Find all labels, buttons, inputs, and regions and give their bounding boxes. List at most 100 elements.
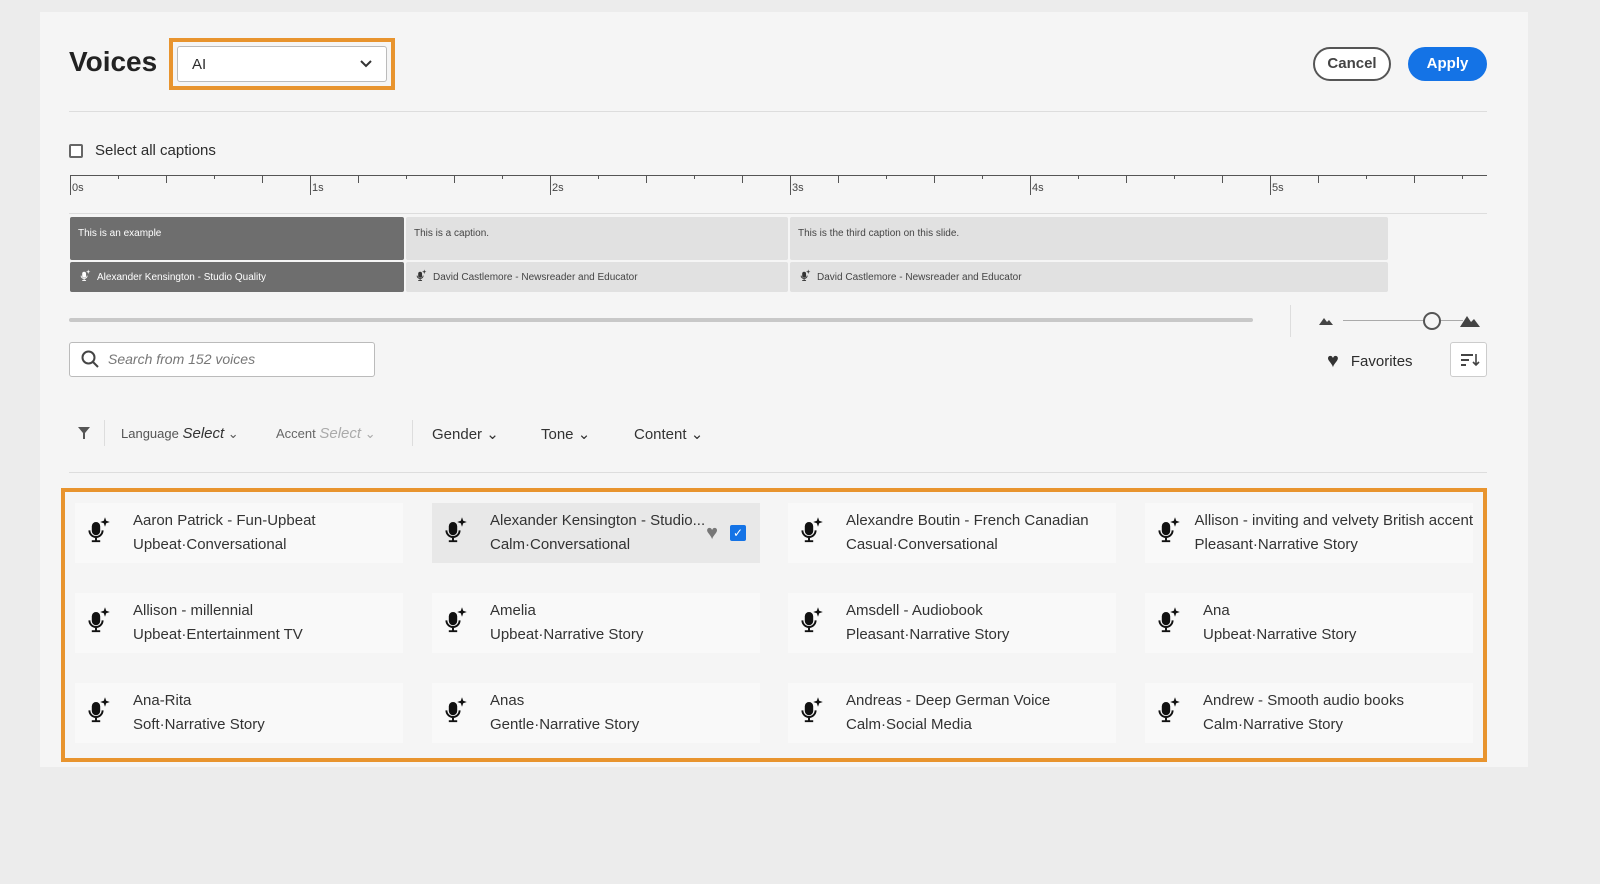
zoom-out-icon[interactable] bbox=[1318, 314, 1334, 326]
divider bbox=[69, 111, 1487, 112]
voice-type-dropdown[interactable]: AI bbox=[177, 46, 387, 82]
ai-voice-icon bbox=[87, 696, 121, 730]
timeline-tick bbox=[358, 175, 359, 183]
voice-description: Pleasant·Narrative Story bbox=[1194, 536, 1358, 553]
ai-voice-icon bbox=[1157, 516, 1183, 550]
timeline-tick bbox=[310, 175, 311, 195]
ai-voice-icon bbox=[416, 269, 427, 285]
voice-card[interactable]: Alexandre Boutin - French Canadian Casual… bbox=[788, 503, 1116, 563]
zoom-slider-handle[interactable] bbox=[1423, 312, 1441, 330]
chevron-down-icon: ⌄ bbox=[486, 426, 499, 443]
timeline-tick bbox=[838, 175, 839, 183]
sort-button[interactable] bbox=[1450, 342, 1487, 377]
chevron-down-icon: ⌄ bbox=[227, 426, 239, 441]
voice-checkbox[interactable]: ✓ bbox=[730, 525, 746, 541]
language-label: Language bbox=[121, 426, 179, 441]
timeline-tick bbox=[166, 175, 167, 183]
language-value: Select bbox=[182, 425, 225, 442]
caption-voice-name: Alexander Kensington - Studio Quality bbox=[97, 271, 266, 283]
favorite-heart-icon[interactable]: ♥ bbox=[706, 522, 718, 545]
voice-description: Upbeat·Narrative Story bbox=[490, 626, 644, 643]
ai-voice-icon bbox=[1157, 606, 1191, 640]
voice-description: Casual·Conversational bbox=[846, 536, 998, 553]
caption-text: This is an example bbox=[78, 228, 162, 239]
voice-description: Upbeat·Conversational bbox=[133, 536, 287, 553]
heart-icon: ♥ bbox=[1327, 350, 1339, 372]
voice-card[interactable]: Allison - inviting and velvety British a… bbox=[1145, 503, 1473, 563]
chevron-down-icon: ⌄ bbox=[577, 426, 591, 443]
divider bbox=[1290, 305, 1291, 337]
voice-description: Calm·Narrative Story bbox=[1203, 716, 1344, 733]
timeline-label: 1s bbox=[312, 182, 324, 194]
voice-card[interactable]: Alexander Kensington - Studio... Calm·Con… bbox=[432, 503, 760, 563]
divider bbox=[104, 420, 105, 446]
voice-name: Ana bbox=[1203, 602, 1230, 619]
search-input[interactable]: Search from 152 voices bbox=[69, 342, 375, 377]
voice-card[interactable]: Amelia Upbeat·Narrative Story bbox=[432, 593, 760, 653]
gender-label: Gender bbox=[432, 426, 483, 443]
voice-card[interactable]: Andrew - Smooth audio books Calm·Narrativ… bbox=[1145, 683, 1473, 743]
ai-voice-icon bbox=[87, 516, 121, 550]
voice-card[interactable]: Ana Upbeat·Narrative Story bbox=[1145, 593, 1473, 653]
timeline-axis bbox=[70, 175, 1487, 176]
timeline-scrollbar[interactable] bbox=[69, 318, 1253, 322]
voice-card[interactable]: Aaron Patrick - Fun-Upbeat Upbeat·Convers… bbox=[75, 503, 403, 563]
voice-card[interactable]: Andreas - Deep German Voice Calm·Social M… bbox=[788, 683, 1116, 743]
gender-filter[interactable]: Gender ⌄ bbox=[432, 425, 499, 443]
cancel-button[interactable]: Cancel bbox=[1313, 47, 1391, 81]
tone-label: Tone bbox=[541, 426, 574, 443]
voice-card[interactable]: Ana-Rita Soft·Narrative Story bbox=[75, 683, 403, 743]
chevron-down-icon: ⌄ bbox=[364, 426, 376, 441]
caption-voice-name: David Castlemore - Newsreader and Educat… bbox=[433, 271, 638, 283]
voice-description: Soft·Narrative Story bbox=[133, 716, 265, 733]
voice-name: Ana-Rita bbox=[133, 692, 192, 709]
chevron-down-icon: ⌄ bbox=[690, 426, 704, 443]
timeline-tick bbox=[1414, 175, 1415, 183]
voice-name: Allison - millennial bbox=[133, 602, 254, 619]
language-filter[interactable]: Language Select ⌄ bbox=[121, 425, 239, 442]
caption-voice[interactable]: David Castlemore - Newsreader and Educat… bbox=[406, 262, 788, 292]
timeline-tick bbox=[742, 175, 743, 183]
voice-description: Upbeat·Narrative Story bbox=[1203, 626, 1357, 643]
accent-value: Select bbox=[319, 425, 362, 442]
caption-text: This is the third caption on this slide. bbox=[798, 228, 960, 239]
timeline-tick bbox=[934, 175, 935, 183]
voice-description: Upbeat·Entertainment TV bbox=[133, 626, 303, 643]
voice-name: Allison - inviting and velvety British a… bbox=[1194, 512, 1473, 529]
timeline-tick bbox=[646, 175, 647, 183]
zoom-slider-track[interactable] bbox=[1343, 320, 1463, 321]
page-title: Voices bbox=[69, 46, 158, 77]
divider bbox=[69, 213, 1487, 214]
select-all-checkbox[interactable] bbox=[69, 144, 83, 158]
content-filter[interactable]: Content ⌄ bbox=[634, 425, 703, 443]
timeline-label: 0s bbox=[72, 182, 84, 194]
caption-voice[interactable]: Alexander Kensington - Studio Quality bbox=[70, 262, 404, 292]
voice-description: Calm·Conversational bbox=[490, 536, 631, 553]
voice-description: Calm·Social Media bbox=[846, 716, 972, 733]
favorites-button[interactable]: ♥ Favorites bbox=[1327, 350, 1413, 373]
timeline-tick bbox=[1318, 175, 1319, 183]
voice-description: Gentle·Narrative Story bbox=[490, 716, 640, 733]
tone-filter[interactable]: Tone ⌄ bbox=[541, 425, 590, 443]
accent-filter[interactable]: Accent Select ⌄ bbox=[276, 425, 376, 442]
caption-voice[interactable]: David Castlemore - Newsreader and Educat… bbox=[790, 262, 1388, 292]
voice-card[interactable]: Allison - millennial Upbeat·Entertainment… bbox=[75, 593, 403, 653]
caption-block[interactable]: This is the third caption on this slide. bbox=[790, 217, 1388, 260]
divider bbox=[69, 472, 1487, 473]
sort-icon bbox=[1461, 354, 1480, 367]
caption-block[interactable]: This is a caption. bbox=[406, 217, 788, 260]
voice-card[interactable]: Anas Gentle·Narrative Story bbox=[432, 683, 760, 743]
caption-block[interactable]: This is an example bbox=[70, 217, 404, 260]
zoom-in-icon[interactable] bbox=[1459, 312, 1481, 328]
ai-voice-icon bbox=[444, 516, 478, 550]
timeline-tick bbox=[1270, 175, 1271, 195]
apply-button[interactable]: Apply bbox=[1408, 47, 1487, 81]
content-label: Content bbox=[634, 426, 687, 443]
voice-card[interactable]: Amsdell - Audiobook Pleasant·Narrative St… bbox=[788, 593, 1116, 653]
voice-name: Anas bbox=[490, 692, 525, 709]
filter-icon[interactable] bbox=[77, 426, 91, 440]
timeline-tick bbox=[70, 175, 71, 195]
search-icon bbox=[81, 350, 99, 368]
timeline-tick bbox=[1222, 175, 1223, 183]
timeline-tick bbox=[1126, 175, 1127, 183]
